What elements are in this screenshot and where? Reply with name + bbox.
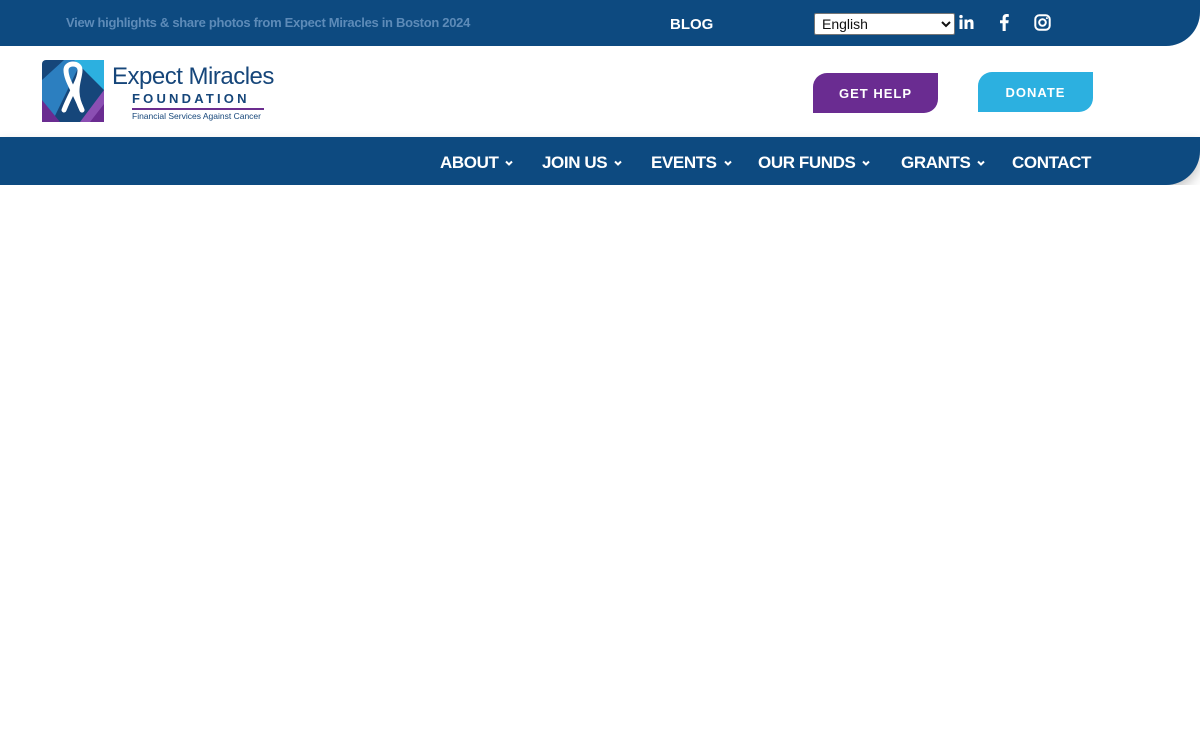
logo-title: Expect Miracles [112, 63, 274, 90]
language-select[interactable]: English [814, 13, 955, 35]
nav-item-join-us[interactable]: JOIN US [542, 153, 623, 173]
linkedin-icon[interactable] [956, 12, 976, 32]
facebook-icon[interactable] [994, 12, 1014, 32]
nav-item-label: ABOUT [440, 153, 499, 172]
main-nav: ABOUT JOIN US EVENTS OUR FUNDS GRANTS CO… [0, 137, 1200, 185]
nav-item-about[interactable]: ABOUT [440, 153, 514, 173]
instagram-icon[interactable] [1032, 12, 1052, 32]
ribbon-logo-icon [42, 60, 104, 122]
logo-divider [132, 108, 264, 110]
chevron-down-icon [977, 160, 986, 166]
logo-subtitle: FOUNDATION [132, 91, 250, 106]
blog-link[interactable]: BLOG [670, 16, 713, 33]
nav-item-grants[interactable]: GRANTS [901, 153, 986, 173]
nav-item-label: GRANTS [901, 153, 971, 172]
get-help-button[interactable]: GET HELP [813, 73, 938, 113]
nav-item-label: EVENTS [651, 153, 717, 172]
chevron-down-icon [505, 160, 514, 166]
site-header: Expect Miracles FOUNDATION Financial Ser… [0, 46, 1200, 137]
expect-miracles-logo[interactable]: Expect Miracles FOUNDATION Financial Ser… [42, 60, 292, 124]
main-content [0, 185, 1200, 740]
nav-item-events[interactable]: EVENTS [651, 153, 733, 173]
nav-item-label: OUR FUNDS [758, 153, 856, 172]
chevron-down-icon [862, 160, 871, 166]
logo-tagline: Financial Services Against Cancer [132, 111, 261, 121]
nav-item-label: CONTACT [1012, 153, 1092, 172]
donate-button[interactable]: DONATE [978, 72, 1093, 112]
chevron-down-icon [723, 160, 732, 166]
top-bar: View highlights & share photos from Expe… [0, 0, 1200, 46]
highlights-banner-link[interactable]: View highlights & share photos from Expe… [66, 15, 470, 30]
chevron-down-icon [614, 160, 622, 166]
nav-item-contact[interactable]: CONTACT [1012, 153, 1091, 173]
nav-item-our-funds[interactable]: OUR FUNDS [758, 153, 871, 173]
nav-item-label: JOIN US [542, 153, 608, 172]
